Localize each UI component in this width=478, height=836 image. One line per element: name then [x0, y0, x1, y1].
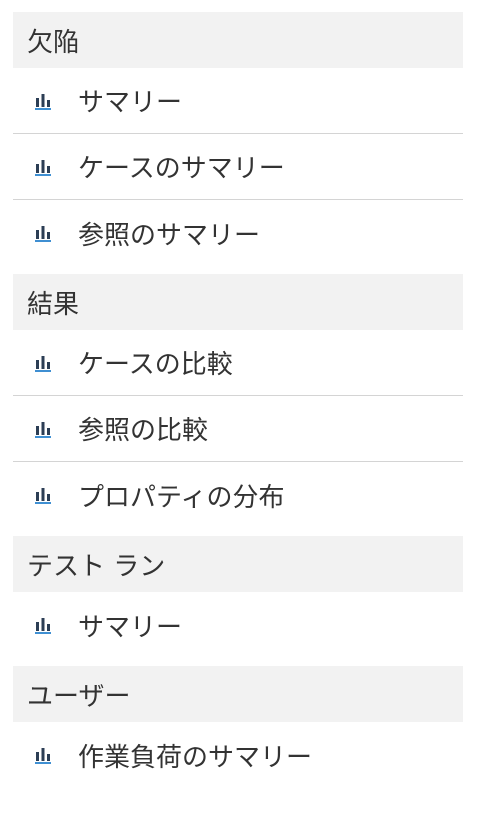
menu-item-defects-case-summary[interactable]: ケースのサマリー: [13, 134, 463, 200]
section-title: 結果: [27, 289, 80, 320]
menu-item-label: ケースのサマリー: [78, 154, 285, 184]
section-title: 欠陥: [27, 27, 80, 58]
section-header-test-runs: テスト ラン: [13, 536, 463, 592]
menu-item-results-reference-comparison[interactable]: 参照の比較: [13, 396, 463, 462]
menu-item-label: プロパティの分布: [78, 482, 285, 513]
section-header-users: ユーザー: [13, 666, 463, 722]
group-gap: [13, 528, 463, 536]
bar-chart-icon: [34, 746, 52, 764]
bar-chart-icon: [34, 354, 52, 372]
group-gap: [13, 658, 463, 666]
section-title: ユーザー: [27, 681, 131, 712]
section-header-defects: 欠陥: [13, 12, 463, 68]
menu-item-label: サマリー: [78, 88, 183, 118]
menu-item-label: ケースの比較: [78, 350, 233, 380]
section-title: テスト ラン: [27, 551, 166, 582]
menu-item-defects-reference-summary[interactable]: 参照のサマリー: [13, 200, 463, 266]
menu-item-label: サマリー: [78, 612, 183, 643]
group-gap: [13, 266, 463, 274]
menu-item-results-case-comparison[interactable]: ケースの比較: [13, 330, 463, 396]
bar-chart-icon: [34, 92, 52, 110]
bar-chart-icon: [34, 616, 52, 634]
menu-item-label: 参照のサマリー: [78, 220, 261, 251]
menu-item-users-workload-summary[interactable]: 作業負荷のサマリー: [13, 722, 463, 788]
bar-chart-icon: [34, 224, 52, 242]
section-header-results: 結果: [13, 274, 463, 330]
menu-item-defects-summary[interactable]: サマリー: [13, 68, 463, 134]
bar-chart-icon: [34, 486, 52, 504]
menu-item-label: 参照の比較: [78, 416, 209, 446]
menu-item-label: 作業負荷のサマリー: [78, 742, 313, 773]
bar-chart-icon: [34, 158, 52, 176]
bar-chart-icon: [34, 420, 52, 438]
menu-item-test-runs-summary[interactable]: サマリー: [13, 592, 463, 658]
report-menu: 欠陥 サマリー ケースのサマリー 参照のサマリー 結果 ケースの比較 参照の比較…: [13, 12, 463, 788]
menu-item-results-property-distribution[interactable]: プロパティの分布: [13, 462, 463, 528]
